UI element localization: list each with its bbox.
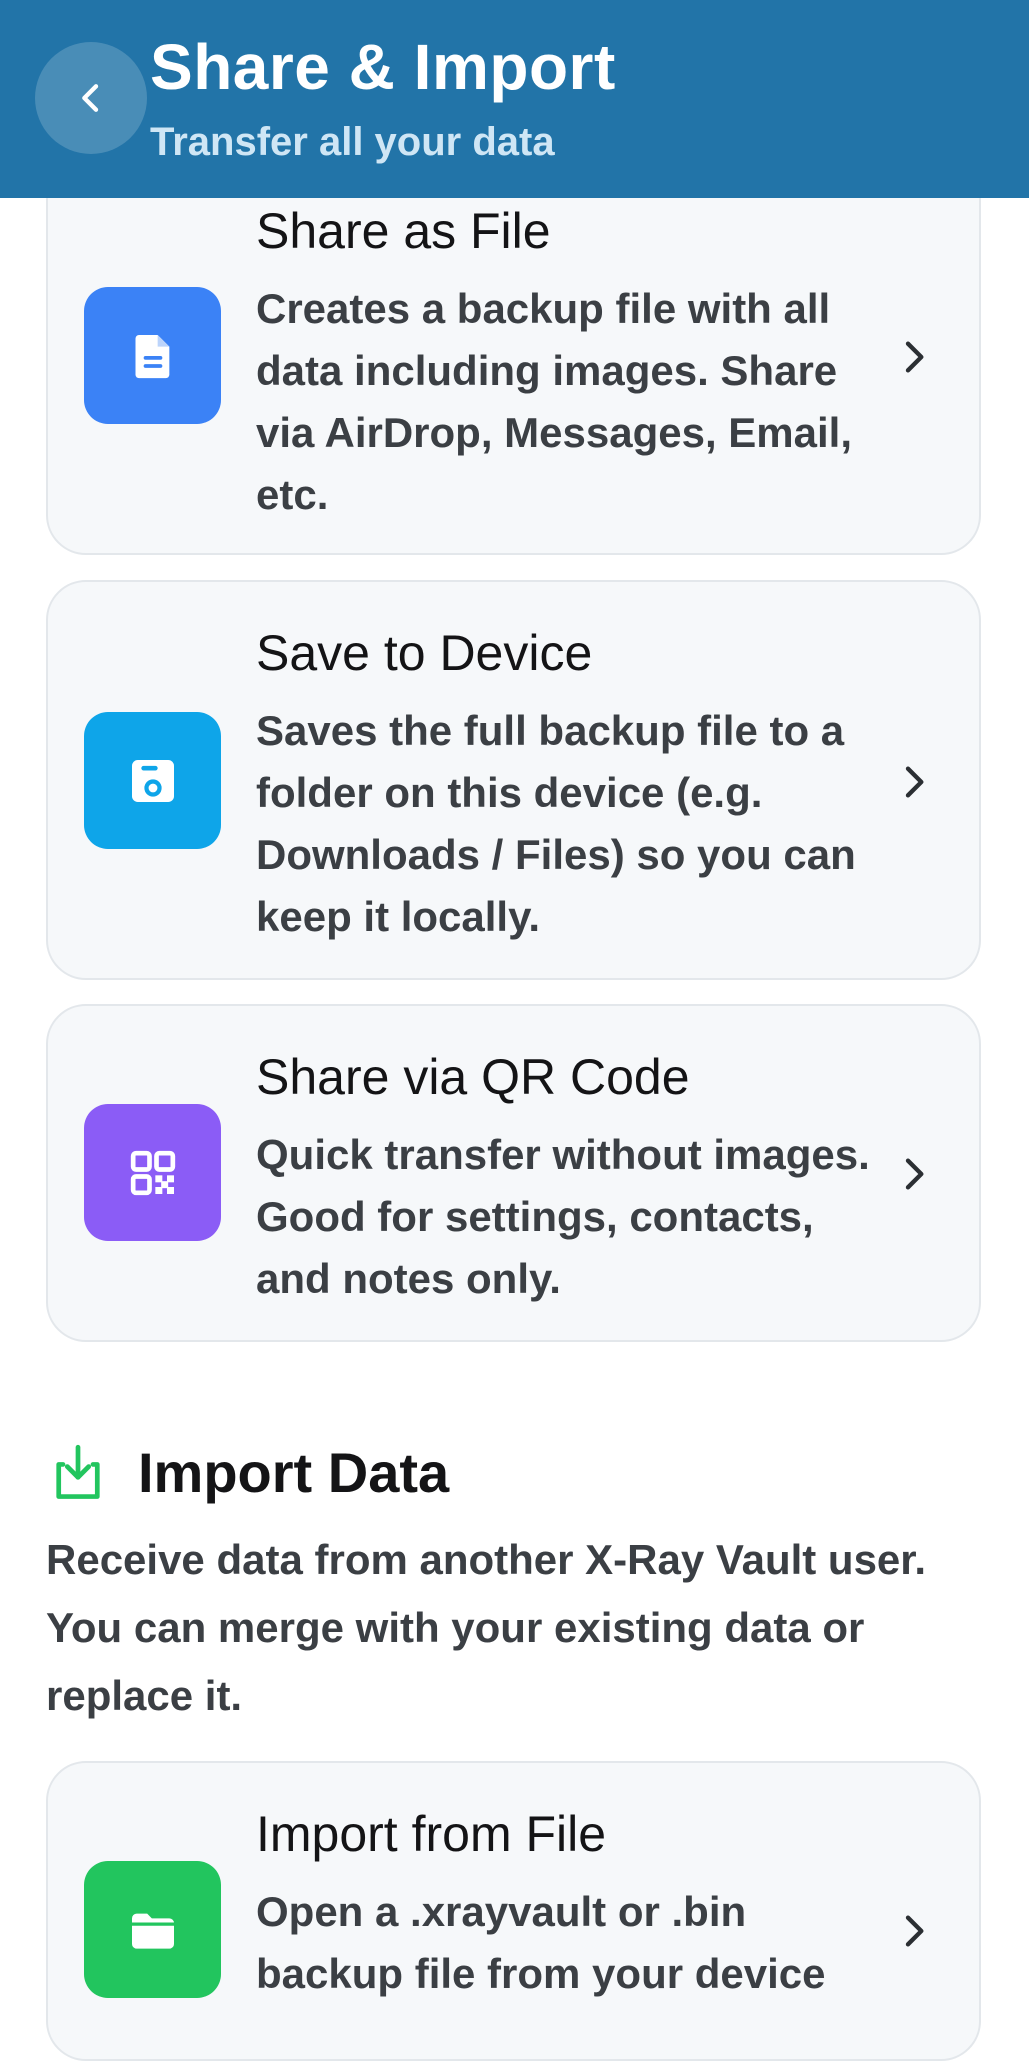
chevron-right-icon (905, 1158, 924, 1190)
card-title: Import from File (256, 1806, 607, 1862)
file-icon (135, 334, 169, 378)
page-title: Share & Import (150, 31, 616, 103)
card-description: Creates a backup file with all data incl… (256, 285, 853, 518)
card-description: Open a .xrayvault or .bin backup file fr… (256, 1888, 826, 1997)
card-title: Share via QR Code (256, 1049, 690, 1105)
card-description: Saves the full backup file to a folder o… (256, 707, 856, 940)
card-title: Share as File (256, 203, 551, 259)
import-file-icon-tile (84, 1861, 221, 1998)
card-description: Quick transfer without images. Good for … (256, 1131, 870, 1302)
qr-icon-tile (84, 1104, 221, 1241)
import-section-description: Receive data from another X-Ray Vault us… (46, 1536, 926, 1719)
card-title: Save to Device (256, 625, 593, 681)
save-to-device-card[interactable]: Save to Device Saves the full backup fil… (46, 580, 981, 980)
app-header: Share & Import Transfer all your data (0, 0, 1029, 198)
download-icon (56, 1444, 100, 1499)
back-button[interactable] (35, 42, 147, 154)
share-file-icon-tile (84, 287, 221, 424)
share-as-file-card[interactable]: Share as File Creates a backup file with… (46, 160, 981, 555)
page-subtitle: Transfer all your data (150, 120, 555, 164)
chevron-right-icon (905, 766, 924, 798)
save-device-icon-tile (84, 712, 221, 849)
share-via-qr-card[interactable]: Share via QR Code Quick transfer without… (46, 1004, 981, 1342)
chevron-right-icon (905, 341, 924, 373)
qr-code-icon (130, 1150, 175, 1195)
folder-icon (131, 1913, 174, 1949)
chevron-right-icon (905, 1915, 924, 1947)
import-section-title: Import Data (138, 1441, 450, 1504)
import-from-file-card[interactable]: Import from File Open a .xrayvault or .b… (46, 1761, 981, 2061)
chevron-left-icon (82, 84, 99, 112)
save-icon (131, 759, 174, 802)
